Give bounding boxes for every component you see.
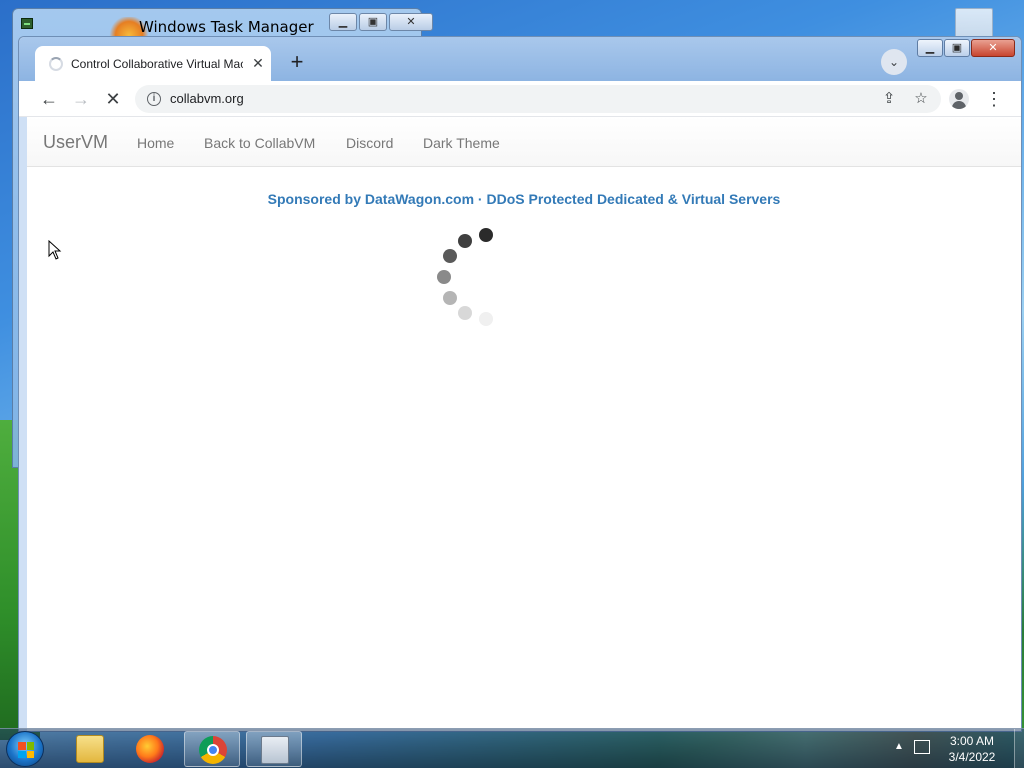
chrome-close-button[interactable]: ✕ <box>971 39 1015 57</box>
taskbar-task-manager[interactable] <box>246 731 302 767</box>
loading-spinner-dot <box>479 312 493 326</box>
tab-title: Control Collaborative Virtual Mac <box>71 57 243 71</box>
nav-link-home[interactable]: Home <box>137 135 174 151</box>
chrome-maximize-button[interactable]: ▣ <box>944 39 970 57</box>
tab-search-button[interactable]: ⌄ <box>881 49 907 75</box>
taskbar-chrome[interactable] <box>184 731 240 767</box>
share-icon[interactable]: ⇪ <box>877 87 901 111</box>
chrome-titlebar[interactable]: Control Collaborative Virtual Mac ✕ + ⌄ … <box>19 37 1021 81</box>
task-manager-close-button[interactable]: ✕ <box>389 13 433 31</box>
show-desktop-button[interactable] <box>1014 729 1024 768</box>
task-manager-maximize-button[interactable]: ▣ <box>359 13 387 31</box>
loading-spinner-dot <box>443 291 457 305</box>
clock-date[interactable]: 3/4/2022 <box>942 750 1002 764</box>
taskbar-file-explorer[interactable] <box>62 731 118 767</box>
mouse-cursor-icon <box>48 240 62 260</box>
task-manager-minimize-button[interactable]: ▁ <box>329 13 357 31</box>
task-manager-taskbar-icon <box>261 736 289 764</box>
bookmark-star-icon[interactable]: ☆ <box>909 87 933 111</box>
chrome-minimize-button[interactable]: ▁ <box>917 39 943 57</box>
site-brand[interactable]: UserVM <box>43 132 108 153</box>
new-tab-button[interactable]: + <box>285 51 309 75</box>
loading-spinner-dot <box>479 228 493 242</box>
web-page: UserVM Home Back to CollabVM Discord Dar… <box>27 117 1021 731</box>
start-button[interactable] <box>6 731 44 767</box>
loading-spinner-dot <box>443 249 457 263</box>
tab-loading-icon <box>49 57 63 71</box>
clock-time[interactable]: 3:00 AM <box>942 734 1002 748</box>
nav-link-back-to-collabvm[interactable]: Back to CollabVM <box>204 135 315 151</box>
back-arrow-icon[interactable]: ← <box>37 87 61 111</box>
address-bar[interactable]: i collabvm.org ⇪ ☆ <box>135 85 941 113</box>
windows-logo-icon <box>18 742 34 758</box>
task-manager-icon <box>21 18 33 29</box>
loading-spinner-dot <box>458 234 472 248</box>
site-info-icon[interactable]: i <box>147 92 161 106</box>
system-tray: ▲ 3:00 AM 3/4/2022 <box>890 729 1024 768</box>
network-icon[interactable] <box>914 740 930 754</box>
site-navbar: UserVM Home Back to CollabVM Discord Dar… <box>27 117 1021 167</box>
chrome-icon <box>199 736 227 764</box>
nav-link-discord[interactable]: Discord <box>346 135 393 151</box>
task-manager-controls: ▁ ▣ ✕ <box>329 13 433 31</box>
show-hidden-icons-icon[interactable]: ▲ <box>894 741 904 752</box>
forward-arrow-icon[interactable]: → <box>69 87 93 111</box>
loading-spinner-dot <box>458 306 472 320</box>
task-manager-title: Windows Task Manager <box>139 18 314 36</box>
sponsor-banner[interactable]: Sponsored by DataWagon.com · DDoS Protec… <box>27 191 1021 207</box>
browser-toolbar: ← → ✕ i collabvm.org ⇪ ☆ ⋮ <box>19 81 1021 117</box>
chrome-window-controls: ▁ ▣ ✕ <box>917 39 1015 57</box>
firefox-icon <box>136 735 164 763</box>
stop-loading-icon[interactable]: ✕ <box>101 87 125 111</box>
browser-tab[interactable]: Control Collaborative Virtual Mac ✕ <box>35 46 271 81</box>
nav-link-dark-theme[interactable]: Dark Theme <box>423 135 500 151</box>
url-text[interactable]: collabvm.org <box>170 91 244 106</box>
loading-spinner-dot <box>437 270 451 284</box>
taskbar-firefox[interactable] <box>122 731 178 767</box>
profile-avatar-icon[interactable] <box>949 89 969 109</box>
taskbar: ▲ 3:00 AM 3/4/2022 <box>0 728 1024 768</box>
chrome-window: Control Collaborative Virtual Mac ✕ + ⌄ … <box>18 36 1022 732</box>
browser-menu-icon[interactable]: ⋮ <box>985 87 1003 111</box>
tab-close-icon[interactable]: ✕ <box>249 54 267 72</box>
folder-icon <box>76 735 104 763</box>
